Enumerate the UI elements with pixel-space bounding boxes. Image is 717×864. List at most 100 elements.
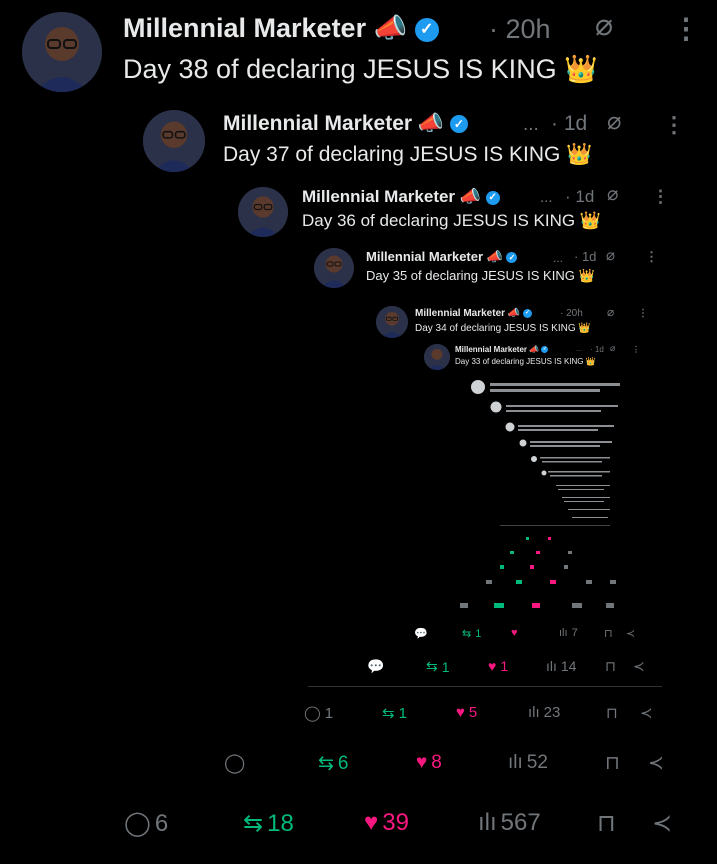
reply-button[interactable]: ◯ 6 (124, 809, 168, 838)
avatar[interactable] (22, 12, 102, 92)
reply-icon: ◯ (304, 705, 321, 722)
avatar[interactable] (143, 110, 205, 172)
verified-icon: ✓ (523, 308, 533, 318)
post-text: Day 33 of declaring JESUS IS KING 👑 (455, 357, 596, 366)
share-button[interactable]: ≺ (648, 752, 664, 775)
profile-photo (22, 12, 102, 92)
repost-button[interactable]: ⇆ 1 (462, 627, 481, 641)
share-icon: ≺ (633, 658, 645, 674)
grok-icon[interactable]: ⌀ (610, 343, 615, 354)
ellipsis: ... (576, 346, 582, 353)
heart-icon: ♥ (511, 627, 518, 639)
timestamp[interactable]: · 1d (590, 345, 604, 354)
verified-icon: ✓ (414, 17, 439, 42)
like-count: 39 (382, 809, 409, 836)
grok-icon[interactable]: ⌀ (607, 183, 618, 206)
grok-icon[interactable]: ⌀ (607, 107, 621, 136)
reply-button[interactable]: ◯ 1 (304, 704, 333, 723)
views-button[interactable]: ılı 567 (478, 809, 541, 837)
more-options-icon[interactable]: ⋮ (672, 12, 700, 45)
profile-photo (314, 248, 354, 288)
reply-button[interactable]: 💬 (367, 658, 388, 675)
timestamp[interactable]: · 1d (574, 249, 596, 264)
share-icon: ≺ (626, 628, 636, 640)
timestamp[interactable]: · 20h (560, 308, 583, 319)
grok-icon[interactable]: ⌀ (595, 8, 613, 43)
bookmark-button[interactable]: ⊓ (606, 704, 618, 722)
post-text-content: Day 35 of declaring JESUS IS KING (366, 268, 575, 283)
divider (308, 686, 662, 687)
view-count: 567 (500, 809, 541, 836)
share-button[interactable]: ≺ (640, 704, 653, 722)
more-options-icon[interactable]: ⋮ (632, 345, 640, 354)
megaphone-icon: 📣 (417, 112, 445, 135)
reply-button[interactable]: ◯ (224, 752, 249, 775)
like-button[interactable]: ♥ (511, 627, 522, 639)
verified-icon: ✓ (449, 115, 468, 134)
more-options-icon[interactable]: ⋮ (638, 308, 648, 319)
author-name[interactable]: Millennial Marketer 📣 ✓ (415, 308, 533, 319)
bookmark-icon: ⊓ (605, 753, 620, 774)
author-name-text: Millennial Marketer (415, 308, 506, 319)
more-options-icon[interactable]: ⋮ (652, 187, 669, 207)
author-name[interactable]: Millennial Marketer 📣 ✓ (455, 345, 549, 354)
grok-icon[interactable]: ⌀ (606, 246, 615, 264)
repost-count: 6 (337, 752, 349, 774)
timestamp[interactable]: · 1d (551, 112, 587, 136)
megaphone-icon: 📣 (486, 249, 503, 264)
ellipsis: ... (523, 114, 539, 135)
megaphone-icon: 📣 (507, 308, 521, 319)
megaphone-icon: 📣 (459, 187, 481, 206)
repost-button[interactable]: ⇆ 18 (243, 809, 294, 838)
avatar[interactable] (314, 248, 354, 288)
views-icon: ılı (559, 627, 568, 639)
heart-icon: ♥ (364, 809, 379, 836)
like-button[interactable]: ♥ 1 (488, 658, 508, 674)
post-text-content: Day 37 of declaring JESUS IS KING (223, 143, 561, 166)
more-options-icon[interactable]: ⋮ (663, 112, 685, 138)
repost-button[interactable]: ⇆ 1 (426, 658, 450, 675)
bookmark-button[interactable]: ⊓ (604, 627, 613, 640)
views-icon: ılı (546, 658, 557, 674)
bookmark-button[interactable]: ⊓ (597, 809, 616, 838)
reply-button[interactable]: 💬 (414, 627, 432, 640)
author-name[interactable]: Millennial Marketer 📣 ✓ (366, 249, 518, 265)
repost-icon: ⇆ (382, 705, 395, 722)
views-button[interactable]: ılı 14 (546, 658, 576, 674)
avatar[interactable] (238, 187, 288, 237)
post-text: Day 37 of declaring JESUS IS KING 👑 (223, 143, 592, 167)
share-button[interactable]: ≺ (626, 627, 635, 640)
share-button[interactable]: ≺ (633, 658, 645, 675)
views-button[interactable]: ılı 23 (528, 704, 560, 721)
more-options-icon[interactable]: ⋮ (645, 249, 658, 265)
bookmark-button[interactable]: ⊓ (605, 752, 620, 775)
like-count: 5 (468, 704, 478, 721)
avatar[interactable] (424, 344, 450, 370)
author-name[interactable]: Millennial Marketer 📣 ✓ (123, 12, 439, 44)
avatar[interactable] (376, 306, 408, 338)
post-text-content: Day 36 of declaring JESUS IS KING (302, 211, 576, 230)
views-button[interactable]: ılı 52 (508, 752, 548, 774)
bookmark-icon: ⊓ (606, 705, 618, 722)
bookmark-icon: ⊓ (605, 658, 616, 674)
author-name-text: Millennial Marketer (123, 13, 367, 43)
share-button[interactable]: ≺ (652, 809, 672, 838)
author-name[interactable]: Millennial Marketer 📣 ✓ (223, 112, 468, 136)
bookmark-button[interactable]: ⊓ (605, 658, 616, 675)
megaphone-icon: 📣 (373, 13, 408, 43)
crown-icon: 👑 (564, 54, 598, 84)
grok-icon[interactable]: ⌀ (607, 305, 614, 319)
repost-count: 18 (267, 809, 294, 837)
heart-icon: ♥ (488, 658, 497, 674)
like-button[interactable]: ♥ 8 (416, 752, 442, 774)
like-button[interactable]: ♥ 5 (456, 704, 477, 721)
timestamp[interactable]: · 1d (565, 187, 594, 207)
timestamp[interactable]: · 20h (489, 14, 551, 45)
heart-icon: ♥ (416, 752, 428, 773)
views-button[interactable]: ılı 7 (559, 627, 578, 639)
repost-button[interactable]: ⇆ 1 (382, 704, 407, 723)
author-name[interactable]: Millennial Marketer 📣 ✓ (302, 187, 500, 207)
like-button[interactable]: ♥ 39 (364, 809, 409, 837)
author-name-text: Millennial Marketer (302, 187, 456, 206)
repost-button[interactable]: ⇆ 6 (318, 752, 349, 775)
